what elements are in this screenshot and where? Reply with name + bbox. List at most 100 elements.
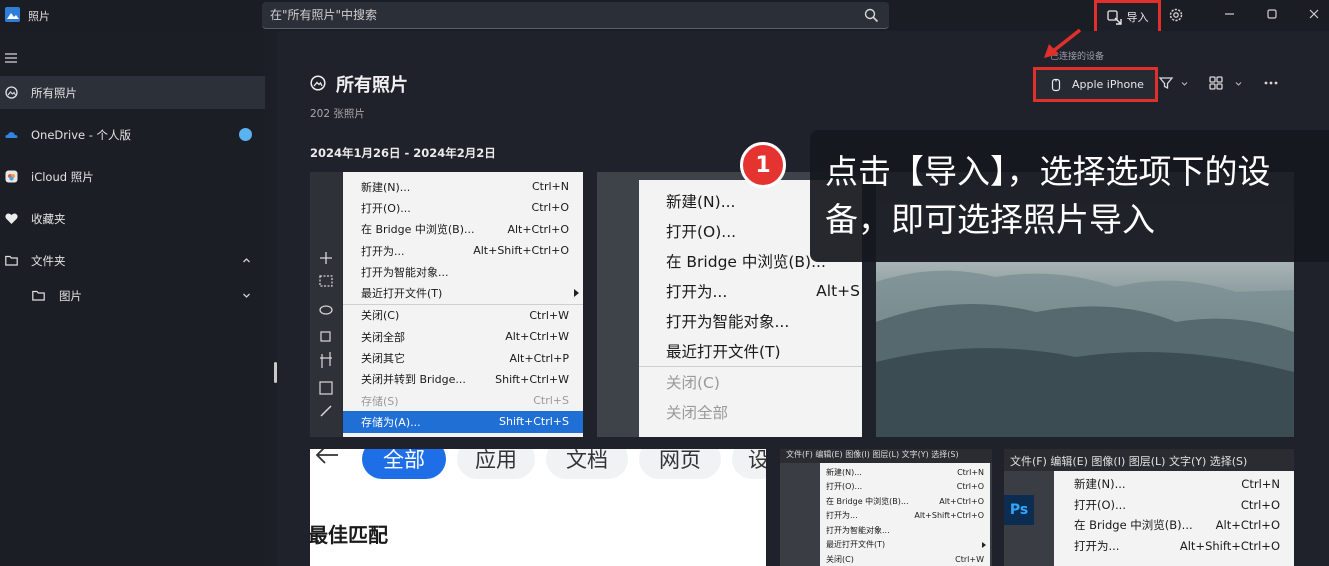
more-options-icon[interactable] [1263, 75, 1279, 91]
chevron-down-icon[interactable] [1181, 80, 1188, 87]
sidebar-item-label: OneDrive - 个人版 [31, 127, 132, 142]
menu-item-shortcut: Ctrl+N [957, 467, 984, 477]
menu-item[interactable]: 关闭(C) [639, 367, 862, 397]
filter-icon[interactable] [1158, 75, 1174, 91]
search-input[interactable] [270, 7, 850, 23]
menu-item[interactable]: 新建(N)... Ctrl+N [1054, 474, 1294, 495]
menu-item[interactable]: 打开(O)... Ctrl+O [820, 480, 990, 495]
menu-item[interactable]: 打开为... Alt+Shift+Ctrl+O [343, 240, 583, 261]
ps-file-menu: 新建(N)... Ctrl+N 打开(O)... Ctrl+O 在 Bridge 中… [1054, 471, 1294, 566]
sidebar-item-favorites[interactable]: 收藏夹 [0, 202, 265, 235]
menu-item-label: 最近打开文件(T) [826, 540, 886, 550]
menu-item-label: 打开(O)... [666, 223, 737, 241]
submenu-arrow-icon [982, 541, 986, 548]
menu-item[interactable]: 关闭全部 [639, 397, 862, 427]
menu-item[interactable]: 最近打开文件(T) [343, 282, 583, 303]
menu-item[interactable]: 打开(O)... Ctrl+O [1054, 495, 1294, 516]
photo-thumbnail[interactable]: 文件(F) 编辑(E) 图像(I) 图层(L) 文字(Y) 选择(S) 新建(N… [780, 449, 992, 566]
close-icon[interactable] [1306, 6, 1322, 22]
menu-item-shortcut: Ctrl+W [955, 554, 984, 564]
filter-chip-settings[interactable]: 设 [732, 449, 766, 479]
sidebar-item-label: 收藏夹 [31, 211, 66, 226]
ps-menubar: 文件(F) 编辑(E) 图像(I) 图层(L) 文字(Y) 选择(S) [1004, 449, 1294, 471]
search-box[interactable] [262, 2, 889, 29]
import-button[interactable]: 导入 [1094, 0, 1161, 34]
menu-item-shortcut: Ctrl+W [529, 308, 569, 322]
menu-item[interactable]: 最近打开文件(T) [639, 336, 862, 366]
chevron-down-icon[interactable] [242, 291, 251, 300]
ps-tool-strip [310, 172, 342, 437]
menu-item[interactable]: 新建(N)... Ctrl+N [820, 465, 990, 480]
menu-item-label: 关闭其它 [361, 352, 405, 366]
menu-item[interactable]: 打开为智能对象... [639, 306, 862, 336]
menu-item[interactable]: 关闭(C) Ctrl+W [820, 552, 990, 566]
menu-item[interactable]: 在 Bridge 中浏览(B)... Alt+Ctrl+O [1054, 515, 1294, 536]
menu-item[interactable]: 打开为... Alt+Shift+Ctrl+O [820, 509, 990, 524]
menu-item-label: 最近打开文件(T) [666, 343, 781, 361]
search-icon[interactable] [864, 8, 879, 23]
chip-label: 应用 [475, 449, 517, 472]
menu-item-label: 打开为... [361, 244, 405, 258]
menu-item-shortcut: Alt+Ctrl+O [507, 222, 569, 236]
step-number-badge: 1 [740, 142, 786, 188]
filter-chip-web[interactable]: 网页 [639, 449, 721, 479]
page-title: 所有照片 [336, 75, 408, 96]
menu-item-label: 打开(O)... [361, 201, 411, 215]
search-panel-thumbnail[interactable]: 全部 应用 文档 网页 设 最佳匹配 [310, 449, 766, 566]
menu-item[interactable]: 存储为(A)... Shift+Ctrl+S [343, 411, 583, 433]
photos-icon [5, 86, 18, 99]
menu-item-label: 关闭(C) [666, 374, 720, 392]
menu-item[interactable]: 新建(N)... Ctrl+N [343, 176, 583, 197]
chevron-down-icon[interactable] [1235, 80, 1242, 87]
menu-item-label: 打开为智能对象... [826, 525, 890, 535]
menu-item[interactable]: 在 Bridge 中浏览(B)... Alt+Ctrl+O [820, 494, 990, 509]
photos-icon [310, 75, 326, 91]
menu-item-label: 打开为... [1074, 538, 1120, 553]
filter-chip-docs[interactable]: 文档 [546, 449, 628, 479]
menu-item[interactable]: 关闭并转到 Bridge... Shift+Ctrl+W [343, 369, 583, 390]
maximize-icon[interactable] [1264, 6, 1280, 22]
filter-chip-all[interactable]: 全部 [362, 449, 446, 479]
import-label: 导入 [1126, 11, 1149, 24]
settings-gear-icon[interactable] [1168, 7, 1184, 23]
menu-item[interactable]: 最近打开文件(T) [820, 538, 990, 553]
icloud-icon [5, 170, 18, 183]
menu-item-label: 新建(N)... [826, 467, 862, 477]
menu-item[interactable]: 打开为智能对象... [820, 523, 990, 538]
device-button-apple-iphone[interactable]: Apple iPhone [1033, 67, 1158, 102]
menu-item[interactable]: 打开为... Alt+S [639, 276, 862, 306]
view-layout-icon[interactable] [1208, 75, 1224, 91]
menu-item-label: 在 Bridge 中浏览(B)... [826, 496, 909, 506]
sidebar-item-label: 文件夹 [31, 253, 66, 268]
menu-item-shortcut: Ctrl+O [956, 482, 984, 492]
menu-item[interactable]: 关闭全部 Alt+Ctrl+W [343, 326, 583, 347]
photo-thumbnail[interactable]: 文件(F) 编辑(E) 图像(I) 图层(L) 文字(Y) 选择(S) Ps 新… [1004, 449, 1294, 566]
sidebar-item-folders[interactable]: 文件夹 [0, 244, 265, 277]
menu-item[interactable]: 在 Bridge 中浏览(B)... Alt+Ctrl+O [343, 219, 583, 240]
filter-chip-apps[interactable]: 应用 [457, 449, 535, 479]
menu-item-shortcut: Alt+Shift+Ctrl+O [473, 244, 569, 258]
sidebar-item-onedrive[interactable]: OneDrive - 个人版 [0, 118, 265, 151]
sidebar-item-label: 所有照片 [31, 85, 77, 100]
photo-thumbnail[interactable]: 新建(N)... Ctrl+N 打开(O)... Ctrl+O 在 Bridge 中… [310, 172, 583, 437]
hamburger-menu-icon[interactable] [4, 52, 18, 64]
sidebar-item-all-photos[interactable]: 所有照片 [0, 76, 265, 109]
menu-item-label: 打开(O)... [826, 482, 863, 492]
chevron-up-icon[interactable] [242, 256, 251, 265]
menu-item-shortcut: Alt+Shift+Ctrl+O [1179, 538, 1280, 553]
sidebar-item-icloud[interactable]: iCloud 照片 [0, 160, 265, 193]
minimize-icon[interactable] [1222, 6, 1238, 22]
sidebar-item-label: iCloud 照片 [31, 169, 94, 184]
menu-item[interactable]: 打开为智能对象... [343, 261, 583, 282]
photos-app-logo-icon [5, 7, 20, 22]
menu-item-label: 打开为... [666, 283, 728, 301]
menu-item[interactable]: 关闭(C) Ctrl+W [343, 305, 583, 326]
menu-item[interactable]: 打开为... Alt+Shift+Ctrl+O [1054, 536, 1294, 557]
menu-item[interactable]: 打开(O)... Ctrl+O [343, 197, 583, 218]
menu-item-label: 关闭全部 [361, 330, 405, 344]
menu-item[interactable]: 存储(S) Ctrl+S [343, 390, 583, 411]
menu-item-shortcut: Alt+Ctrl+O [1215, 518, 1280, 533]
chip-label: 设 [748, 449, 766, 472]
sidebar-item-pictures[interactable]: 图片 [0, 279, 265, 312]
menu-item[interactable]: 关闭其它 Alt+Ctrl+P [343, 347, 583, 368]
